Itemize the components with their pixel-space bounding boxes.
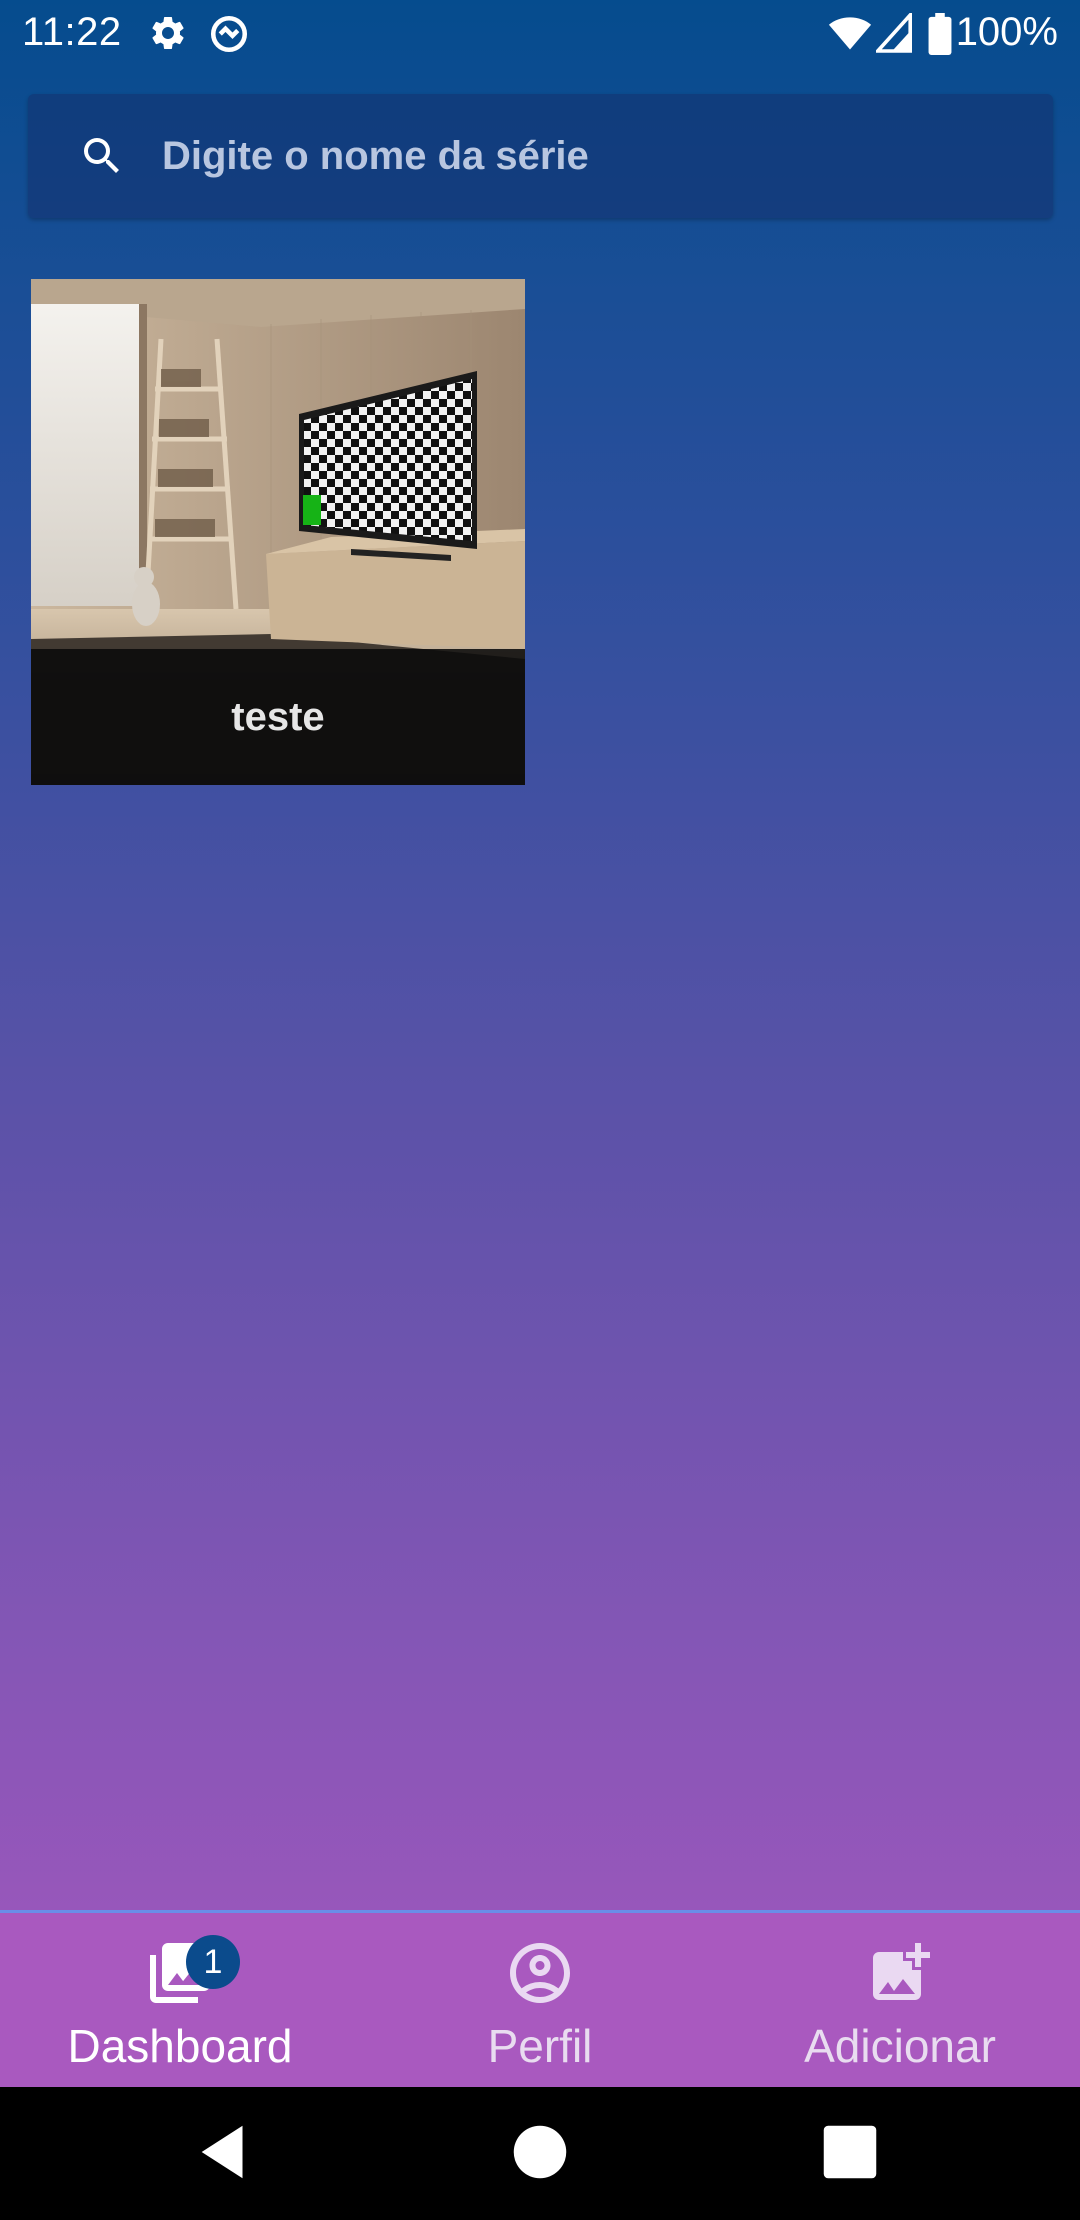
nav-item-perfil[interactable]: Perfil	[360, 1913, 720, 2090]
battery-percentage: 100%	[955, 10, 1058, 54]
back-icon[interactable]	[190, 2117, 260, 2187]
app-screen: 11:22 100% Digite o nome da série teste …	[0, 0, 1080, 2220]
settings-gear-icon	[152, 16, 184, 49]
wifi-icon	[828, 17, 872, 50]
recents-icon[interactable]	[815, 2117, 885, 2187]
bottom-navigation: 1 Dashboard Perfil Adicionar	[0, 1910, 1080, 2090]
search-bar[interactable]	[28, 94, 1053, 218]
series-title: teste	[231, 694, 325, 739]
system-navigation-bar	[0, 2087, 1080, 2220]
status-bar: 11:22 100%	[0, 0, 1080, 68]
signal-icon	[876, 13, 912, 53]
notification-badge: 1	[186, 1935, 240, 1989]
battery-icon	[928, 13, 952, 55]
search-input[interactable]	[162, 124, 1022, 188]
nav-label-perfil: Perfil	[487, 2020, 593, 2072]
nav-label-adicionar: Adicionar	[804, 2020, 996, 2072]
card-caption: teste	[31, 649, 525, 785]
nav-label-dashboard: Dashboard	[67, 2020, 293, 2072]
series-card[interactable]: teste	[31, 279, 525, 785]
nav-item-dashboard[interactable]: 1 Dashboard	[0, 1913, 360, 2090]
status-time: 11:22	[22, 10, 122, 54]
home-icon[interactable]	[505, 2117, 575, 2187]
nav-item-adicionar[interactable]: Adicionar	[720, 1913, 1080, 2090]
account-circle-icon	[510, 1943, 570, 2003]
add-photo-icon	[873, 1943, 930, 2000]
search-icon[interactable]	[78, 132, 126, 180]
sync-icon	[210, 15, 248, 53]
